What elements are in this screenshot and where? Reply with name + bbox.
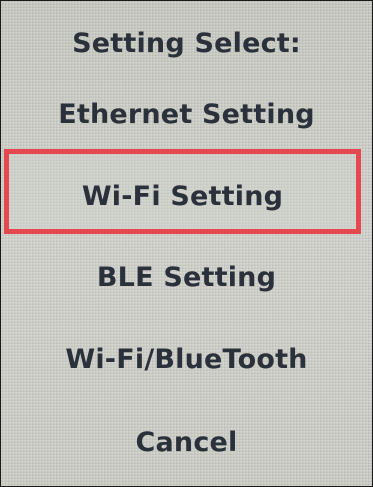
menu-item-cancel[interactable]: Cancel [1,419,372,467]
menu-item-ethernet-setting[interactable]: Ethernet Setting [1,91,372,139]
device-screen-frame: Setting Select: Ethernet Setting Wi-Fi S… [0,0,373,487]
screen-title: Setting Select: [72,28,301,59]
lcd-screen: Setting Select: Ethernet Setting Wi-Fi S… [1,1,372,486]
menu-item-wifi-bluetooth[interactable]: Wi-Fi/BlueTooth [1,336,372,384]
menu-item-wifi-setting[interactable]: Wi-Fi Setting [4,149,361,234]
menu-item-ble-setting[interactable]: BLE Setting [1,254,372,302]
